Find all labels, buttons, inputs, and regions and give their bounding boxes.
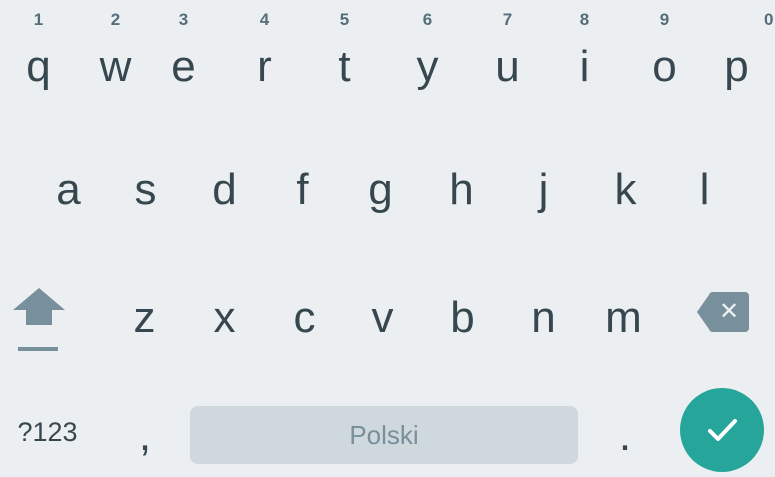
key-l[interactable]: l (666, 140, 743, 240)
period-key[interactable]: . (590, 388, 660, 477)
key-label: n (531, 293, 556, 342)
key-label: a (56, 165, 81, 214)
shift-icon-stem (26, 309, 52, 325)
key-label: x (213, 293, 236, 342)
backspace-key[interactable]: ✕ (697, 292, 749, 332)
space-bar-label: Polski (349, 419, 419, 450)
key-hint: 3 (178, 10, 189, 29)
key-c[interactable]: c (266, 268, 343, 368)
space-bar[interactable]: Polski (190, 406, 578, 464)
key-label: e (171, 42, 196, 91)
key-p[interactable]: 0 p (698, 0, 775, 110)
key-label: f (296, 165, 309, 214)
comma-key[interactable]: , (110, 388, 180, 477)
key-e[interactable]: 3 e (145, 0, 222, 110)
key-label: p (724, 42, 749, 91)
key-v[interactable]: v (344, 268, 421, 368)
key-g[interactable]: g (342, 140, 419, 240)
symbols-key-label: ?123 (17, 417, 78, 447)
shift-icon-arrow (13, 288, 65, 310)
key-label: r (257, 42, 272, 91)
key-w[interactable]: 2 w (77, 0, 154, 110)
key-label: j (538, 165, 549, 214)
key-x[interactable]: x (186, 268, 263, 368)
key-d[interactable]: d (186, 140, 263, 240)
key-hint: 6 (422, 10, 433, 29)
key-label: o (652, 42, 677, 91)
key-label: t (338, 42, 351, 91)
key-label: w (99, 42, 132, 91)
key-z[interactable]: z (106, 268, 183, 368)
key-k[interactable]: k (587, 140, 664, 240)
key-t[interactable]: 5 t (306, 0, 383, 110)
key-label: h (449, 165, 474, 214)
key-b[interactable]: b (424, 268, 501, 368)
key-hint: 0 (764, 10, 774, 29)
key-u[interactable]: 7 u (469, 0, 546, 110)
key-q[interactable]: 1 q (0, 0, 77, 110)
key-label: g (368, 165, 393, 214)
key-label: v (371, 293, 394, 342)
checkmark-icon (708, 419, 737, 441)
key-hint: 7 (502, 10, 513, 29)
key-hint: 2 (110, 10, 121, 29)
key-label: s (134, 165, 157, 214)
key-hint: 1 (33, 10, 44, 29)
shift-icon-underline (18, 347, 58, 351)
enter-button[interactable] (680, 388, 764, 472)
key-hint: 8 (579, 10, 590, 29)
key-label: k (614, 165, 637, 214)
key-n[interactable]: n (505, 268, 582, 368)
key-label: c (293, 293, 316, 342)
key-label: u (495, 42, 520, 91)
key-label: m (605, 293, 642, 342)
keyboard: 1 q 2 w 3 e 4 r 5 t 6 y 7 u 8 i 9 o 0 p … (0, 0, 775, 477)
key-o[interactable]: 9 o (626, 0, 703, 110)
key-label: z (133, 293, 156, 342)
symbols-key[interactable]: ?123 (0, 388, 95, 477)
key-r[interactable]: 4 r (226, 0, 303, 110)
key-label: l (699, 165, 710, 214)
key-m[interactable]: m (585, 268, 662, 368)
key-i[interactable]: 8 i (546, 0, 623, 110)
key-label: d (212, 165, 237, 214)
key-label: q (26, 42, 51, 91)
key-j[interactable]: j (505, 140, 582, 240)
key-h[interactable]: h (423, 140, 500, 240)
key-hint: 4 (259, 10, 270, 29)
key-s[interactable]: s (107, 140, 184, 240)
comma-key-label: , (138, 410, 152, 460)
key-label: y (416, 42, 439, 91)
key-a[interactable]: a (30, 140, 107, 240)
key-label: b (450, 293, 475, 342)
key-label: i (579, 42, 590, 91)
period-key-label: . (618, 410, 632, 460)
key-hint: 9 (659, 10, 670, 29)
key-hint: 5 (339, 10, 350, 29)
key-y[interactable]: 6 y (389, 0, 466, 110)
key-f[interactable]: f (264, 140, 341, 240)
backspace-icon-x: ✕ (718, 298, 740, 325)
